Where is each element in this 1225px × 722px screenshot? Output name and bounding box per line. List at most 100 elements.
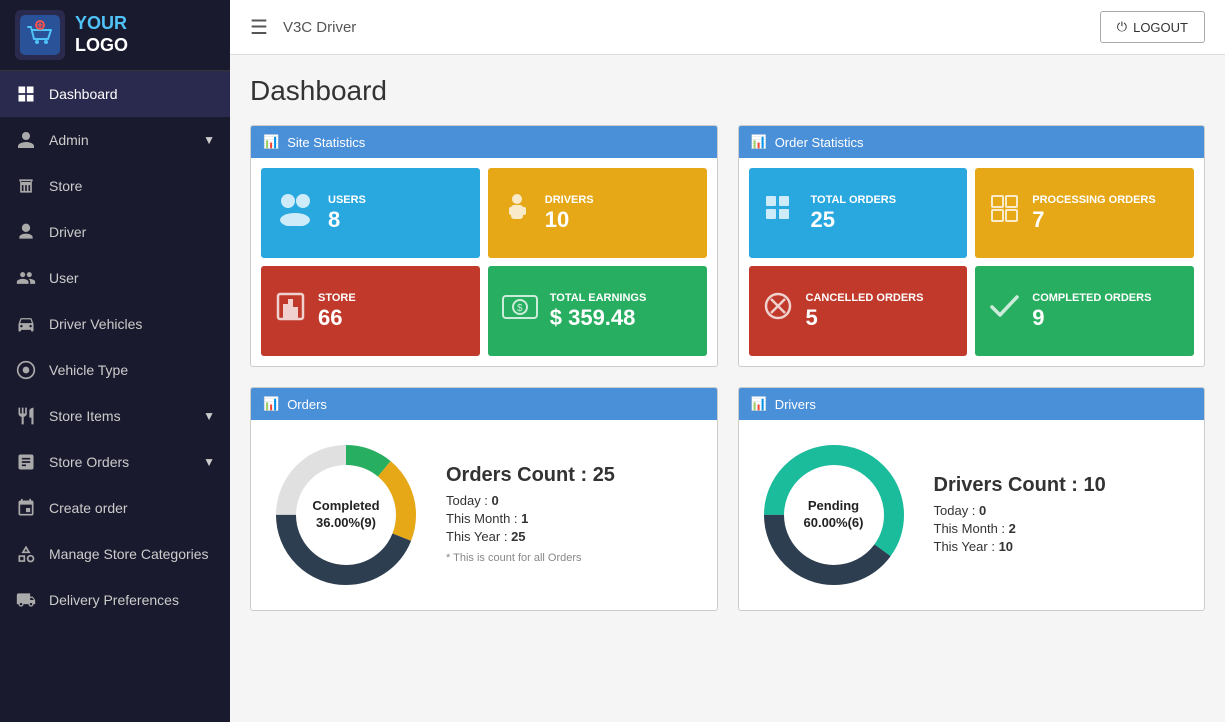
site-statistics-body: USERS 8 bbox=[251, 158, 717, 366]
drivers-count-title: Drivers Count : 10 bbox=[934, 474, 1106, 497]
sidebar-item-store[interactable]: Store bbox=[0, 163, 230, 209]
sidebar-item-vehicle-type[interactable]: Vehicle Type bbox=[0, 347, 230, 393]
drivers-chart-icon: 📊 bbox=[751, 396, 767, 412]
earnings-tile-label: TOTAL EARNINGS bbox=[550, 291, 647, 305]
total-orders-label: TOTAL ORDERS bbox=[811, 193, 897, 207]
drivers-donut-label: Pending 60.00%(6) bbox=[804, 498, 864, 532]
bar-chart-icon: 📊 bbox=[263, 134, 279, 150]
drivers-chart-stats: Drivers Count : 10 Today : 0 This Month … bbox=[934, 474, 1106, 557]
sidebar-driver-vehicles-label: Driver Vehicles bbox=[49, 316, 215, 332]
menu-icon[interactable]: ☰ bbox=[250, 15, 268, 40]
users-tile-icon bbox=[273, 191, 318, 235]
drivers-this-year: This Year : 10 bbox=[934, 539, 1106, 554]
drivers-tile[interactable]: DRIVERS 10 bbox=[488, 168, 707, 258]
processing-orders-info: PROCESSING ORDERS 7 bbox=[1032, 193, 1155, 233]
cancelled-orders-icon bbox=[761, 289, 796, 333]
store-tile-icon bbox=[273, 289, 308, 333]
logo-text: YOUR LOGO bbox=[75, 13, 128, 56]
logout-button[interactable]: ⏻ LOGOUT bbox=[1100, 11, 1205, 43]
total-orders-value: 25 bbox=[811, 207, 897, 233]
order-chart-icon: 📊 bbox=[751, 134, 767, 150]
drivers-chart-card: 📊 Drivers Pending bbox=[738, 387, 1206, 611]
processing-orders-icon bbox=[987, 191, 1022, 235]
orders-chart-body: Completed 36.00%(9) Orders Count : 25 To… bbox=[251, 420, 717, 610]
orders-chart-stats: Orders Count : 25 Today : 0 This Month :… bbox=[446, 464, 615, 567]
sidebar-item-store-orders[interactable]: Store Orders ▼ bbox=[0, 439, 230, 485]
sidebar-item-delivery-preferences[interactable]: Delivery Preferences bbox=[0, 577, 230, 623]
orders-donut-label: Completed 36.00%(9) bbox=[312, 498, 379, 532]
store-tile[interactable]: STORE 66 bbox=[261, 266, 480, 356]
earnings-tile-info: TOTAL EARNINGS $ 359.48 bbox=[550, 291, 647, 331]
processing-orders-label: PROCESSING ORDERS bbox=[1032, 193, 1155, 207]
orders-count-title: Orders Count : 25 bbox=[446, 464, 615, 487]
sidebar-item-create-order[interactable]: Create order bbox=[0, 485, 230, 531]
drivers-year-value: 10 bbox=[999, 539, 1013, 554]
earnings-tile[interactable]: $ TOTAL EARNINGS $ 359.48 bbox=[488, 266, 707, 356]
earnings-tile-value: $ 359.48 bbox=[550, 305, 647, 331]
stats-row: 📊 Site Statistics bbox=[250, 125, 1205, 367]
sidebar-item-manage-store-categories[interactable]: Manage Store Categories bbox=[0, 531, 230, 577]
store-tile-label: STORE bbox=[318, 291, 356, 305]
sidebar-item-driver[interactable]: Driver bbox=[0, 209, 230, 255]
admin-icon bbox=[15, 129, 37, 151]
sidebar-item-dashboard[interactable]: Dashboard bbox=[0, 71, 230, 117]
page-content: Dashboard 📊 Site Statistics bbox=[230, 55, 1225, 722]
drivers-month-value: 2 bbox=[1009, 521, 1016, 536]
cancelled-orders-value: 5 bbox=[806, 305, 924, 331]
users-tile[interactable]: USERS 8 bbox=[261, 168, 480, 258]
sidebar-item-driver-vehicles[interactable]: Driver Vehicles bbox=[0, 301, 230, 347]
main-area: ☰ V3C Driver ⏻ LOGOUT Dashboard 📊 Site S… bbox=[230, 0, 1225, 722]
vehicle-type-icon bbox=[15, 359, 37, 381]
sidebar-item-user[interactable]: User bbox=[0, 255, 230, 301]
order-statistics-card: 📊 Order Statistics bbox=[738, 125, 1206, 367]
driver-icon bbox=[15, 221, 37, 243]
header-left: ☰ V3C Driver bbox=[250, 15, 356, 40]
cancelled-orders-tile[interactable]: CANCELLED ORDERS 5 bbox=[749, 266, 968, 356]
drivers-chart-title: Drivers bbox=[775, 397, 816, 412]
drivers-today: Today : 0 bbox=[934, 503, 1106, 518]
orders-chart-card: 📊 Orders bbox=[250, 387, 718, 611]
users-tile-label: USERS bbox=[328, 193, 366, 207]
create-order-icon bbox=[15, 497, 37, 519]
drivers-tile-label: DRIVERS bbox=[545, 193, 594, 207]
processing-orders-tile[interactable]: PROCESSING ORDERS 7 bbox=[975, 168, 1194, 258]
orders-this-year: This Year : 25 bbox=[446, 529, 615, 544]
users-tile-info: USERS 8 bbox=[328, 193, 366, 233]
orders-today: Today : 0 bbox=[446, 493, 615, 508]
header: ☰ V3C Driver ⏻ LOGOUT bbox=[230, 0, 1225, 55]
orders-today-value: 0 bbox=[492, 493, 499, 508]
sidebar-dashboard-label: Dashboard bbox=[49, 86, 215, 102]
sidebar-delivery-preferences-label: Delivery Preferences bbox=[49, 592, 215, 608]
store-items-icon bbox=[15, 405, 37, 427]
completed-orders-tile[interactable]: COMPLETED ORDERS 9 bbox=[975, 266, 1194, 356]
sidebar-item-admin[interactable]: Admin ▼ bbox=[0, 117, 230, 163]
drivers-tile-icon bbox=[500, 191, 535, 235]
order-statistics-body: TOTAL ORDERS 25 bbox=[739, 158, 1205, 366]
drivers-donut-line1: Pending bbox=[804, 498, 864, 515]
sidebar-create-order-label: Create order bbox=[49, 500, 215, 516]
orders-donut-chart: Completed 36.00%(9) bbox=[266, 435, 426, 595]
completed-orders-value: 9 bbox=[1032, 305, 1151, 331]
svg-text:$: $ bbox=[517, 303, 523, 314]
logo-icon bbox=[15, 10, 65, 60]
drivers-chart-body: Pending 60.00%(6) Drivers Count : 10 Tod… bbox=[739, 420, 1205, 610]
total-orders-tile[interactable]: TOTAL ORDERS 25 bbox=[749, 168, 968, 258]
drivers-today-value: 0 bbox=[979, 503, 986, 518]
drivers-tile-value: 10 bbox=[545, 207, 594, 233]
car-icon bbox=[15, 313, 37, 335]
orders-chart-header: 📊 Orders bbox=[251, 388, 717, 420]
drivers-this-month: This Month : 2 bbox=[934, 521, 1106, 536]
completed-orders-icon bbox=[987, 289, 1022, 333]
sidebar-item-store-items[interactable]: Store Items ▼ bbox=[0, 393, 230, 439]
store-tile-info: STORE 66 bbox=[318, 291, 356, 331]
orders-this-month: This Month : 1 bbox=[446, 511, 615, 526]
orders-year-value: 25 bbox=[511, 529, 525, 544]
sidebar-vehicle-type-label: Vehicle Type bbox=[49, 362, 215, 378]
sidebar-manage-store-categories-label: Manage Store Categories bbox=[49, 546, 215, 562]
orders-donut-line1: Completed bbox=[312, 498, 379, 515]
orders-note: * This is count for all Orders bbox=[446, 552, 615, 564]
admin-chevron-icon: ▼ bbox=[203, 133, 215, 147]
orders-chart-title: Orders bbox=[287, 397, 327, 412]
sidebar-driver-label: Driver bbox=[49, 224, 215, 240]
dashboard-icon bbox=[15, 83, 37, 105]
